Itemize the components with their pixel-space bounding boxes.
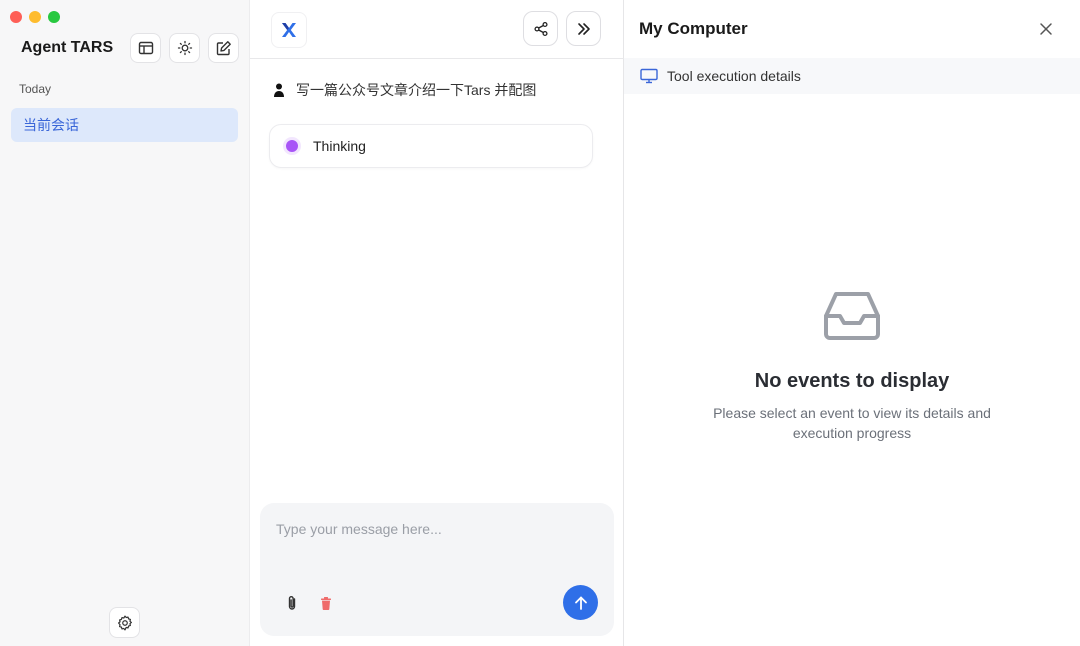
sidebar-layout-icon (138, 41, 153, 55)
new-chat-button[interactable] (208, 33, 239, 63)
arrow-up-icon (574, 596, 587, 610)
empty-state-description: Please select an event to view its detai… (713, 405, 991, 441)
collapse-panel-button[interactable] (566, 11, 601, 46)
panel-title: My Computer (639, 19, 748, 38)
send-button[interactable] (563, 585, 598, 620)
minimize-window-button[interactable] (29, 11, 41, 23)
maximize-window-button[interactable] (48, 11, 60, 23)
close-panel-button[interactable] (1036, 19, 1056, 39)
thinking-indicator: Thinking (269, 124, 593, 168)
chat-header (250, 0, 624, 59)
sun-icon (177, 40, 192, 56)
inbox-icon (824, 292, 880, 340)
trash-icon (321, 596, 331, 610)
edit-icon (216, 41, 231, 56)
message-input[interactable] (276, 521, 596, 537)
attach-button[interactable] (282, 593, 302, 613)
toggle-layout-button[interactable] (130, 33, 161, 63)
x-logo-icon (282, 23, 296, 37)
empty-state: No events to display Please select an ev… (624, 290, 1080, 443)
session-item-label: 当前会话 (23, 117, 79, 133)
section-label-today: Today (19, 82, 52, 96)
computer-panel: My Computer Tool execution details No ev… (624, 0, 1080, 646)
close-window-button[interactable] (10, 11, 22, 23)
sidebar: Agent TARS Today 当前会话 (0, 0, 250, 646)
session-item-current[interactable]: 当前会话 (11, 108, 238, 142)
share-button[interactable] (523, 11, 558, 46)
monitor-icon (640, 68, 658, 84)
empty-state-title: No events to display (754, 370, 950, 392)
clear-button[interactable] (316, 593, 336, 613)
user-message: 写一篇公众号文章介绍一下Tars 并配图 (274, 80, 536, 100)
window-controls (10, 11, 60, 23)
panel-subtitle-bar: Tool execution details (624, 58, 1080, 94)
empty-state-icon-wrap (624, 290, 1080, 342)
app-title: Agent TARS (21, 39, 114, 56)
gear-icon (117, 615, 132, 630)
theme-toggle-button[interactable] (169, 33, 200, 63)
share-icon (533, 21, 548, 36)
close-icon (1040, 23, 1052, 35)
app-window: Agent TARS Today 当前会话 写一篇公众号文章介绍一下Tars 并… (0, 0, 1080, 646)
settings-button[interactable] (109, 607, 140, 638)
chevrons-right-icon (577, 22, 590, 35)
thinking-dot-icon (286, 140, 298, 152)
thinking-label: Thinking (313, 138, 366, 154)
paperclip-icon (288, 596, 296, 610)
sidebar-toolbar (130, 33, 239, 63)
chat-area: 写一篇公众号文章介绍一下Tars 并配图 Thinking (250, 0, 624, 646)
message-composer (260, 503, 614, 636)
app-logo (271, 12, 307, 48)
user-icon (274, 83, 284, 97)
user-message-text: 写一篇公众号文章介绍一下Tars 并配图 (296, 82, 537, 98)
panel-subtitle: Tool execution details (667, 68, 801, 84)
